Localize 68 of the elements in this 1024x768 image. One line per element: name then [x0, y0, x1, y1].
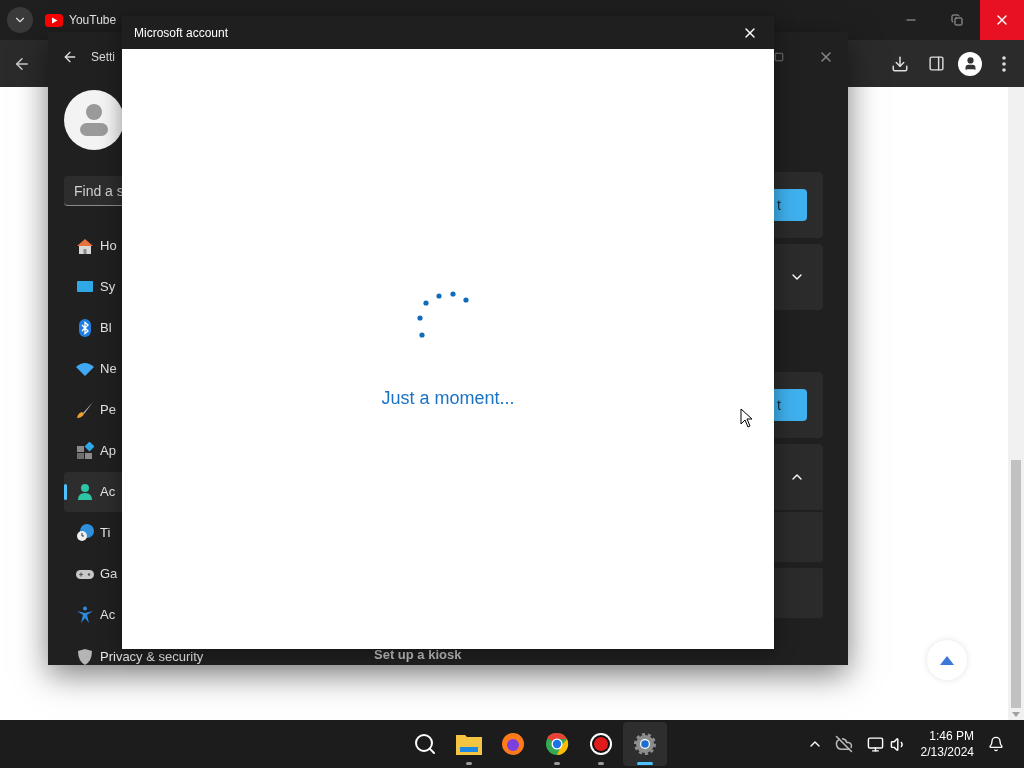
running-indicator — [466, 762, 472, 765]
wifi-icon — [76, 360, 94, 378]
nav-item[interactable]: Ac — [64, 595, 324, 635]
shield-icon — [76, 647, 94, 666]
nav-label: Sy — [100, 280, 116, 294]
person-icon — [76, 483, 94, 501]
scrollbar-thumb[interactable] — [1011, 460, 1021, 708]
cloud-off-icon[interactable] — [834, 735, 853, 753]
nav-label: Ac — [100, 608, 116, 622]
download-icon — [891, 54, 909, 73]
running-indicator — [554, 762, 560, 765]
nav-item[interactable]: Pe — [64, 390, 324, 430]
notification-bell-icon[interactable] — [988, 736, 1004, 752]
fox-globe-icon — [501, 732, 525, 756]
triangle-up-icon — [940, 655, 954, 665]
maximize-icon[interactable] — [774, 52, 784, 62]
dialog-title: Microsoft account — [134, 24, 229, 42]
selection-indicator — [64, 484, 67, 500]
scroll-top-button[interactable] — [927, 640, 967, 680]
nav-label: Ap — [100, 444, 116, 458]
nav-item[interactable]: Ho — [64, 226, 324, 266]
kiosk-link[interactable]: Set up a kiosk — [374, 644, 823, 664]
running-indicator — [598, 762, 604, 765]
nav-item[interactable]: Ap — [64, 431, 324, 471]
loading-message: Just a moment... — [381, 387, 515, 410]
clock[interactable]: 1:46 PM 2/13/2024 — [920, 728, 974, 760]
nav-label: Ho — [100, 239, 117, 253]
globe-clock-icon — [76, 524, 94, 542]
browser-tab[interactable]: YouTube — [45, 5, 117, 35]
scrollbar[interactable] — [1008, 87, 1024, 720]
person-icon — [962, 56, 978, 71]
network-icon[interactable] — [866, 735, 884, 753]
nav-item[interactable]: Ti — [64, 513, 324, 553]
side-panel-icon — [927, 55, 945, 72]
tab-list-button[interactable] — [7, 7, 33, 33]
gear-icon — [633, 732, 657, 756]
house-icon — [76, 237, 94, 255]
nav-label: Bl — [100, 321, 112, 335]
window-title: Setti — [91, 49, 115, 66]
nav-label: Ti — [100, 526, 111, 540]
restore-icon — [951, 14, 963, 26]
profile-button[interactable] — [958, 51, 982, 76]
clock-date: 2/13/2024 — [920, 744, 974, 760]
taskbar-app[interactable] — [623, 722, 667, 766]
running-indicator — [637, 762, 653, 765]
nav-label: Pe — [100, 403, 116, 417]
clock-time: 1:46 PM — [929, 728, 974, 744]
more-icon — [1002, 55, 1006, 72]
play-logo-icon — [45, 13, 63, 27]
nav-label: Ga — [100, 567, 118, 581]
folder-icon — [456, 733, 482, 755]
nav-label: Ne — [100, 362, 117, 376]
nav-item[interactable]: Privacy & security — [64, 648, 324, 665]
chrome-icon — [545, 732, 569, 756]
mouse-pointer-icon — [740, 408, 754, 428]
person-silhouette-icon — [79, 103, 109, 137]
search-icon — [413, 732, 437, 756]
bluetooth-icon — [76, 319, 94, 337]
nav-label: Privacy & security — [100, 649, 204, 664]
record-icon — [589, 732, 613, 756]
avatar[interactable] — [64, 90, 124, 150]
nav-item[interactable]: Sy — [64, 267, 324, 307]
accessibility-icon — [76, 606, 94, 624]
nav-item[interactable]: Ga — [64, 554, 324, 594]
nav-item[interactable]: Bl — [64, 308, 324, 348]
nav-label: Ac — [100, 485, 116, 499]
apps-icon — [76, 442, 94, 460]
nav-item[interactable]: Ne — [64, 349, 324, 389]
